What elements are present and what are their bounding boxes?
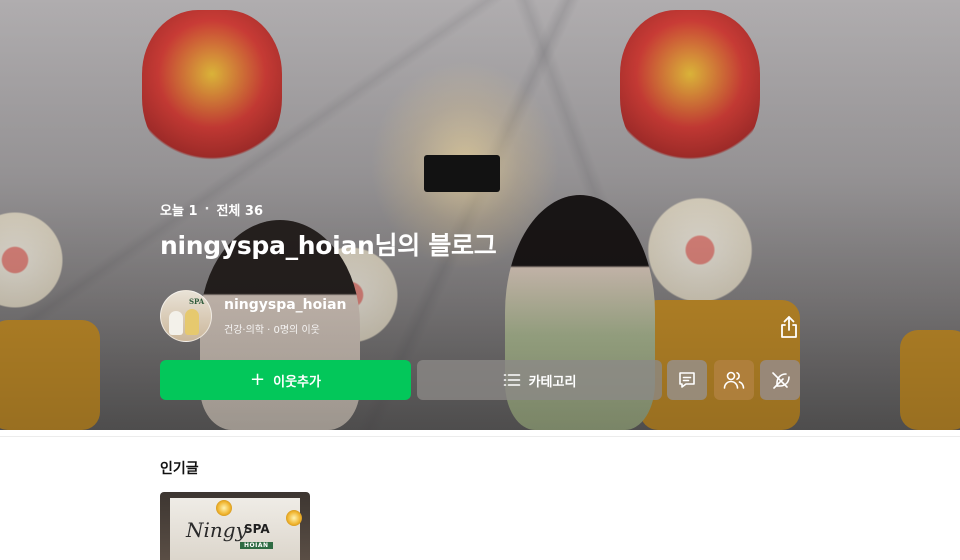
list-icon <box>503 374 520 386</box>
add-neighbor-button[interactable]: + 이웃추가 <box>160 360 411 400</box>
neighbors-button[interactable] <box>714 360 754 400</box>
popular-post-thumbnail[interactable]: Ningy SPA HOIAN <box>160 492 310 560</box>
stats-separator: · <box>204 202 210 217</box>
chat-icon <box>679 372 695 388</box>
plus-icon: + <box>250 369 266 390</box>
bulb-icon <box>216 500 232 516</box>
category-label: 카테고리 <box>528 374 577 390</box>
avatar[interactable]: SPA <box>160 290 212 342</box>
avatar-figure <box>185 309 199 335</box>
category-button[interactable]: 카테고리 <box>417 360 662 400</box>
feather-off-icon <box>772 372 790 389</box>
bulb-icon <box>286 510 302 526</box>
avatar-text: SPA <box>189 297 205 306</box>
avatar-figure <box>169 311 183 335</box>
blog-title[interactable]: ningyspa_hoian님의 블로그 <box>160 226 497 262</box>
share-button[interactable] <box>776 313 802 341</box>
today-count: 오늘 1 <box>160 204 198 219</box>
total-count: 전체 36 <box>216 204 263 219</box>
chat-button[interactable] <box>667 360 707 400</box>
thumbnail-brand-text: SPA <box>244 522 270 536</box>
profile-meta: 건강·의학 · 0명의 이웃 <box>224 324 320 336</box>
profile: SPA ningyspa_hoian 건강·의학 · 0명의 이웃 <box>160 290 346 342</box>
blog-menu-button[interactable] <box>760 360 800 400</box>
visitor-stats: 오늘 1 · 전체 36 <box>160 200 263 219</box>
share-icon <box>781 316 797 338</box>
thumbnail-logo-text: Ningy <box>186 518 247 542</box>
add-neighbor-label: 이웃추가 <box>273 374 321 390</box>
popular-posts-title: 인기글 <box>160 461 199 477</box>
people-icon <box>723 371 745 389</box>
profile-text: ningyspa_hoian 건강·의학 · 0명의 이웃 <box>224 297 346 336</box>
section-divider <box>0 436 960 437</box>
profile-name[interactable]: ningyspa_hoian <box>224 297 346 313</box>
thumbnail-sub-text: HOIAN <box>240 542 273 549</box>
